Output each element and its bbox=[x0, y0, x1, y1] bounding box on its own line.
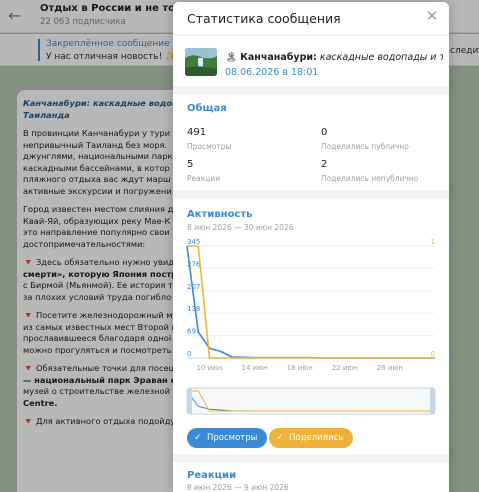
post-title-bold: Канчанабури: bbox=[240, 52, 317, 63]
y-tick-label: 0 bbox=[187, 350, 191, 358]
check-icon: ✓ bbox=[194, 433, 202, 443]
message-stats-modal: Статистика сообщения ✕ 🏝 Канчанабури: ка… bbox=[173, 2, 449, 492]
reactions-section: Реакции 8 июн 2026 — 9 июн 2026 bbox=[173, 462, 449, 492]
stat-private-shares-label: Поделились непублично bbox=[321, 174, 419, 183]
stat-reactions-value: 5 bbox=[187, 159, 194, 170]
palm-tree-emoji-icon: 🏝 bbox=[225, 52, 238, 63]
y-tick-label: 207 bbox=[187, 283, 200, 291]
stat-public-shares-value: 0 bbox=[321, 127, 328, 138]
navigator-left-handle bbox=[187, 388, 192, 414]
x-tick-label: 14 июн bbox=[242, 364, 268, 372]
stat-views-value: 491 bbox=[187, 127, 207, 138]
stat-private-shares-value: 2 bbox=[321, 159, 328, 170]
general-stats-section: Общая 491 Просмотры 0 Поделились публичн… bbox=[173, 94, 449, 190]
x-tick-label: 10 июн bbox=[196, 364, 222, 372]
y-tick-label: 345 bbox=[187, 238, 200, 246]
general-section-title: Общая bbox=[187, 103, 227, 114]
waterfall-image-icon bbox=[185, 48, 217, 76]
activity-section: Активность 8 июн 2026 — 30 июн 2026 345 2… bbox=[173, 198, 449, 454]
modal-header: Статистика сообщения ✕ bbox=[173, 2, 449, 34]
post-title-italic: каскадные водопады и треки... bbox=[319, 52, 443, 63]
post-thumbnail bbox=[185, 48, 217, 76]
legend-views-toggle[interactable]: ✓ Просмотры bbox=[187, 428, 268, 448]
legend-views-label: Просмотры bbox=[207, 433, 258, 443]
activity-chart[interactable]: 3452762071386901010 июн 14 июн 18 июн 22 ию… bbox=[173, 198, 449, 416]
navigator-right-handle bbox=[430, 388, 435, 414]
close-icon[interactable]: ✕ bbox=[424, 8, 440, 24]
y-right-tick-label: 1 bbox=[431, 238, 435, 246]
series-line-views bbox=[186, 245, 435, 359]
x-tick-label: 18 июн bbox=[287, 364, 313, 372]
post-date: 08.06.2026 в 18:01 bbox=[225, 67, 319, 78]
reactions-section-title: Реакции bbox=[187, 470, 237, 481]
y-tick-label: 138 bbox=[187, 305, 200, 313]
y-tick-label: 69 bbox=[187, 328, 196, 336]
stat-public-shares-label: Поделились публично bbox=[321, 142, 409, 151]
legend-shares-label: Поделились bbox=[289, 433, 344, 443]
series-line-shares bbox=[187, 245, 435, 359]
post-preview[interactable]: 🏝 Канчанабури: каскадные водопады и трек… bbox=[173, 36, 449, 86]
modal-title: Статистика сообщения bbox=[187, 11, 341, 26]
stat-reactions-label: Реакции bbox=[187, 174, 221, 183]
legend-shares-toggle[interactable]: ✓ Поделились bbox=[269, 428, 354, 448]
check-icon: ✓ bbox=[276, 433, 284, 443]
reactions-date-range: 8 июн 2026 — 9 июн 2026 bbox=[187, 483, 289, 492]
post-title: 🏝 Канчанабури: каскадные водопады и трек… bbox=[225, 52, 443, 63]
x-tick-label: 26 июн bbox=[377, 364, 403, 372]
stat-views-label: Просмотры bbox=[187, 142, 232, 151]
x-tick-label: 22 июн bbox=[332, 364, 358, 372]
y-right-tick-label: 0 bbox=[431, 350, 435, 358]
